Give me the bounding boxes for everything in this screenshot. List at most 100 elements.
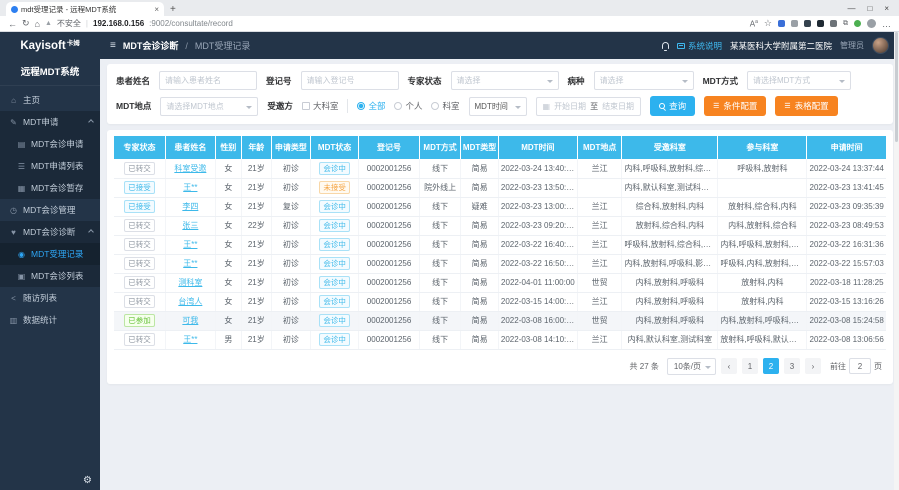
browser-tab[interactable]: mdt受理记录 - 远程MDT系统 × — [6, 2, 164, 16]
sidebar-item-mdt-[interactable]: ♥MDT会诊诊断 — [0, 221, 100, 243]
patient-name-link[interactable]: 王** — [165, 254, 215, 273]
url-path[interactable]: :9002/consultate/record — [149, 19, 233, 28]
table-row[interactable]: 已转交台湾人女21岁初诊会诊中0002001256线下简易2022-03-15 … — [114, 292, 886, 311]
page-button-3[interactable]: 3 — [784, 358, 800, 374]
collections-icon[interactable]: ⧉ — [843, 20, 848, 28]
sidebar-item-mdt-[interactable]: ◷MDT会诊管理 — [0, 199, 100, 221]
expert-status-select[interactable]: 请选择 — [451, 71, 559, 90]
patient-name-link[interactable]: 科室受邀 — [174, 164, 206, 173]
minimize-button[interactable]: — — [847, 4, 855, 13]
table-row[interactable]: 已转交王**女21岁初诊会诊中0002001256线下简易2022-03-22 … — [114, 235, 886, 254]
extension-icon[interactable] — [791, 20, 798, 27]
maximize-button[interactable]: □ — [867, 4, 872, 13]
patient-name-link[interactable]: 王** — [165, 330, 215, 349]
scrollbar-thumb[interactable] — [895, 32, 898, 142]
time-type-select[interactable]: MDT时间 — [469, 97, 527, 116]
radio-personal[interactable]: 个人 — [394, 100, 422, 112]
sidebar-item-mdt-[interactable]: ▣MDT会诊列表 — [0, 265, 100, 287]
chart-icon: ▥ — [9, 316, 18, 325]
new-tab-button[interactable]: + — [170, 4, 176, 15]
patient-name-link[interactable]: 王** — [183, 183, 197, 192]
page-size-select[interactable]: 10条/页 — [667, 358, 716, 375]
radio-all[interactable]: 全部 — [357, 100, 385, 112]
table-row[interactable]: 已接受李四女21岁复诊会诊中0002001256线下疑难2022-03-23 1… — [114, 197, 886, 216]
status-badge: 已转交 — [124, 219, 155, 232]
refresh-icon[interactable]: ↻ — [22, 18, 30, 29]
mdt-time-cell: 2022-03-23 13:50:00 — [498, 178, 577, 197]
sidebar-item-mdt-[interactable]: ▦MDT会诊暂存 — [0, 177, 100, 199]
date-range-input[interactable]: ▦ 开始日期 至 结束日期 — [536, 97, 642, 116]
patient-name-link[interactable]: 科室受邀 — [165, 159, 215, 178]
goto-page-input[interactable] — [849, 358, 871, 374]
register-no-input[interactable] — [301, 71, 399, 90]
page-button-1[interactable]: 1 — [742, 358, 758, 374]
user-avatar[interactable] — [872, 37, 889, 54]
search-button[interactable]: 查询 — [650, 96, 695, 116]
read-aloud-icon[interactable]: Aa — [750, 19, 758, 29]
extension-icon[interactable] — [830, 20, 837, 27]
column-header: 患者姓名 — [165, 136, 215, 159]
patient-name-link[interactable]: 台湾人 — [178, 297, 202, 306]
mdt-place-cell: 兰江 — [577, 254, 622, 273]
patient-name-link[interactable]: 台湾人 — [165, 292, 215, 311]
extension-icon[interactable] — [854, 20, 861, 27]
patient-name-link[interactable]: 可我 — [165, 311, 215, 330]
next-page-button[interactable]: › — [805, 358, 821, 374]
patient-name-link[interactable]: 张三 — [182, 221, 198, 230]
expert-status-badge: 已转交 — [114, 273, 165, 292]
patient-name-link[interactable]: 李四 — [182, 202, 198, 211]
patient-name-link[interactable]: 王** — [165, 178, 215, 197]
patient-name-link[interactable]: 测科室 — [165, 273, 215, 292]
notification-bell-icon[interactable] — [662, 42, 669, 49]
menu-collapse-icon[interactable]: ≡ — [110, 40, 116, 51]
sidebar-item--[interactable]: ⌂主页 — [0, 89, 100, 111]
sidebar-item-mdt-[interactable]: ✎MDT申请 — [0, 111, 100, 133]
extension-icon[interactable] — [817, 20, 824, 27]
home-icon[interactable]: ⌂ — [35, 19, 40, 29]
more-menu-icon[interactable]: … — [882, 19, 891, 29]
settings-gear-icon[interactable]: ⚙ — [83, 475, 92, 486]
patient-name-link[interactable]: 王** — [183, 240, 197, 249]
patient-name-input[interactable] — [159, 71, 257, 90]
patient-name-link[interactable]: 测科室 — [178, 278, 202, 287]
radio-dept[interactable]: 科室 — [431, 100, 459, 112]
table-row[interactable]: 已转交王**女21岁初诊会诊中0002001256线下简易2022-03-22 … — [114, 254, 886, 273]
url-host[interactable]: 192.168.0.156 — [93, 19, 144, 28]
extension-icon[interactable] — [778, 20, 785, 27]
security-label[interactable]: 不安全 — [57, 18, 81, 29]
browser-profile-avatar[interactable] — [867, 19, 876, 28]
system-doc-link[interactable]: 系统说明 — [677, 40, 722, 52]
patient-name-link[interactable]: 王** — [165, 235, 215, 254]
patient-name-link[interactable]: 王** — [183, 335, 197, 344]
table-config-button[interactable]: ☰ 表格配置 — [775, 96, 837, 116]
table-row[interactable]: 已接受王**女21岁初诊未接受0002001256院外线上简易2022-03-2… — [114, 178, 886, 197]
mdt-mode-select[interactable]: 请选择MDT方式 — [747, 71, 851, 90]
close-button[interactable]: × — [884, 4, 889, 13]
table-row[interactable]: 已转交测科室女21岁初诊会诊中0002001256线下简易2022-04-01 … — [114, 273, 886, 292]
scrollbar[interactable] — [894, 32, 899, 490]
sidebar-item--[interactable]: <随访列表 — [0, 287, 100, 309]
back-icon[interactable]: ← — [8, 19, 17, 29]
prev-page-button[interactable]: ‹ — [721, 358, 737, 374]
sidebar-item-mdt-[interactable]: ☰MDT申请列表 — [0, 155, 100, 177]
sidebar-item--[interactable]: ▥数据统计 — [0, 309, 100, 331]
table-row[interactable]: 已转交王**男21岁初诊会诊中0002001256线下简易2022-03-08 … — [114, 330, 886, 349]
table-row[interactable]: 已参加可我女21岁初诊会诊中0002001256线下简易2022-03-08 1… — [114, 311, 886, 330]
sidebar-item-mdt-[interactable]: ◉MDT受理记录 — [0, 243, 100, 265]
page-button-2[interactable]: 2 — [763, 358, 779, 374]
patient-name-link[interactable]: 李四 — [165, 197, 215, 216]
mdt-place-select[interactable]: 请选择MDT地点 — [160, 97, 258, 116]
apply-type-cell: 初诊 — [271, 159, 310, 178]
sidebar-item-mdt-[interactable]: ▤MDT会诊申请 — [0, 133, 100, 155]
dept-checkbox[interactable]: 大科室 — [302, 100, 339, 112]
condition-config-button[interactable]: ☰ 条件配置 — [704, 96, 766, 116]
patient-name-link[interactable]: 可我 — [182, 316, 198, 325]
patient-name-link[interactable]: 王** — [183, 259, 197, 268]
table-row[interactable]: 已转交张三女22岁初诊会诊中0002001256线下简易2022-03-23 0… — [114, 216, 886, 235]
disease-select[interactable]: 请选择 — [594, 71, 694, 90]
patient-name-link[interactable]: 张三 — [165, 216, 215, 235]
table-row[interactable]: 已转交科室受邀女21岁初诊会诊中0002001256线下简易2022-03-24… — [114, 159, 886, 178]
tab-close-icon[interactable]: × — [154, 5, 159, 14]
favorite-star-icon[interactable]: ☆ — [764, 18, 772, 29]
extension-icon[interactable] — [804, 20, 811, 27]
